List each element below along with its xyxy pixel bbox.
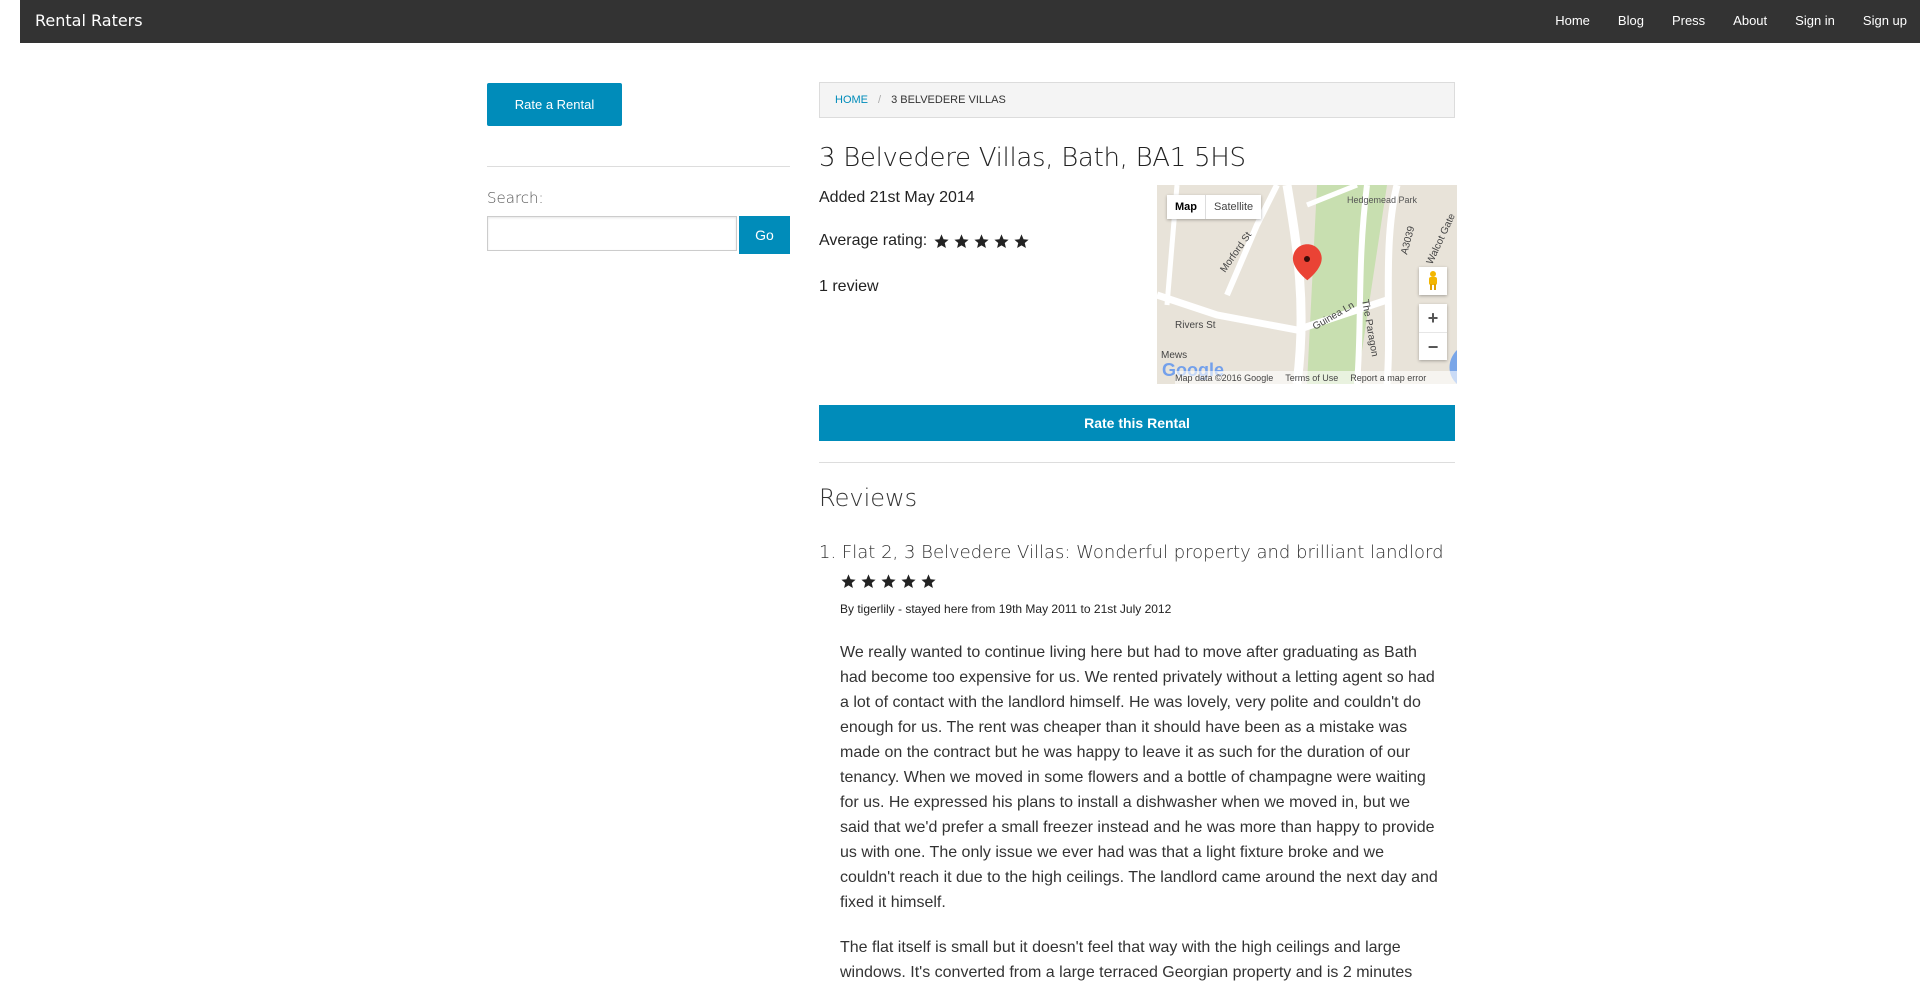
zoom-out-button[interactable]: −: [1419, 333, 1447, 361]
average-rating-label: Average rating:: [819, 232, 928, 249]
star-icon: [974, 233, 989, 248]
star-icon: [934, 233, 949, 248]
review-count: 1 review: [819, 278, 879, 295]
nav-sign-up[interactable]: Sign up: [1849, 0, 1920, 43]
map-data-credit: Map data ©2016 Google: [1175, 372, 1274, 383]
review-paragraph: The flat itself is small but it doesn't …: [840, 939, 1413, 981]
main-nav: Home Blog Press About Sign in Sign up: [1541, 0, 1920, 43]
star-icon: [901, 574, 916, 589]
map-label-park: Hedgemead Park: [1347, 195, 1418, 205]
star-icon: [1014, 233, 1029, 248]
location-map[interactable]: Hedgemead Park Morford St A3039 Walcot G…: [1157, 185, 1457, 384]
reviews-heading: Reviews: [819, 484, 918, 512]
star-icon: [861, 574, 876, 589]
review-byline: By tigerlily - stayed here from 19th May…: [840, 602, 1172, 616]
review-stars: [840, 573, 937, 590]
added-date: Added 21st May 2014: [819, 189, 975, 206]
map-attribution: Map data ©2016 Google Terms of Use Repor…: [1175, 371, 1457, 384]
search-go-button[interactable]: Go: [739, 216, 790, 254]
map-type-satellite-button[interactable]: Satellite: [1206, 195, 1261, 219]
zoom-control: + −: [1419, 304, 1447, 360]
review-body: We really wanted to continue living here…: [840, 640, 1440, 1005]
map-type-control: Map Satellite: [1167, 195, 1262, 219]
top-navbar: Rental Raters Home Blog Press About Sign…: [20, 0, 1920, 43]
review-paragraph: We really wanted to continue living here…: [840, 644, 1438, 911]
map-label-rivers: Rivers St: [1175, 320, 1216, 331]
search-label: Search:: [487, 189, 544, 207]
rate-this-rental-button[interactable]: Rate this Rental: [819, 405, 1455, 441]
breadcrumb-home-link[interactable]: HOME: [835, 94, 868, 106]
review-title: 1. Flat 2, 3 Belvedere Villas: Wonderful…: [819, 542, 1444, 563]
average-rating: Average rating:: [819, 232, 1030, 250]
star-icon: [841, 574, 856, 589]
nav-sign-in[interactable]: Sign in: [1781, 0, 1849, 43]
map-terms-link[interactable]: Terms of Use: [1285, 373, 1338, 383]
nav-home[interactable]: Home: [1541, 0, 1604, 43]
nav-about[interactable]: About: [1719, 0, 1781, 43]
breadcrumb-separator: /: [878, 94, 882, 106]
main-divider: [819, 462, 1455, 463]
average-rating-stars: [933, 233, 1030, 250]
star-icon: [954, 233, 969, 248]
zoom-in-button[interactable]: +: [1419, 304, 1447, 333]
page-title: 3 Belvedere Villas, Bath, BA1 5HS: [819, 143, 1246, 173]
sidebar-divider: [487, 166, 790, 167]
review-number: 1.: [819, 542, 837, 563]
breadcrumb-current: 3 BELVEDERE VILLAS: [891, 94, 1006, 106]
nav-press[interactable]: Press: [1658, 0, 1719, 43]
street-view-pegman-icon[interactable]: [1419, 267, 1447, 295]
brand-logo[interactable]: Rental Raters: [35, 11, 143, 30]
map-type-map-button[interactable]: Map: [1167, 195, 1206, 219]
rate-a-rental-button[interactable]: Rate a Rental: [487, 83, 622, 126]
star-icon: [994, 233, 1009, 248]
review-title-text: Flat 2, 3 Belvedere Villas: Wonderful pr…: [841, 542, 1444, 563]
breadcrumb: HOME / 3 BELVEDERE VILLAS: [819, 82, 1455, 118]
search-input[interactable]: [487, 216, 737, 251]
star-icon: [881, 574, 896, 589]
nav-blog[interactable]: Blog: [1604, 0, 1658, 43]
star-icon: [921, 574, 936, 589]
map-report-link[interactable]: Report a map error: [1350, 373, 1426, 383]
